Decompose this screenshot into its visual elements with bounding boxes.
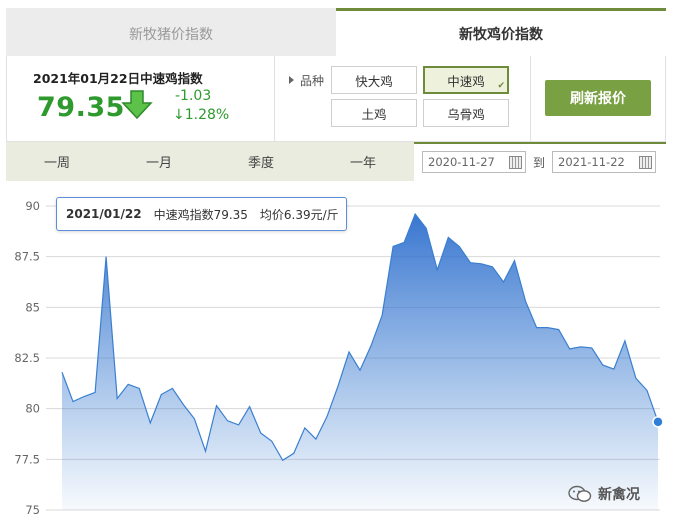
y-tick-label: 77.5: [14, 452, 40, 466]
check-icon: ✔: [497, 81, 505, 91]
end-date-input[interactable]: 2021-11-22: [552, 151, 656, 173]
calendar-icon[interactable]: [509, 156, 522, 169]
down-arrow-icon: [121, 90, 153, 120]
period-quarter[interactable]: 季度: [210, 142, 312, 181]
tooltip-price: 均价6.39元/斤: [259, 207, 339, 222]
series-area: [62, 214, 658, 510]
period-month[interactable]: 一月: [108, 142, 210, 181]
y-tick-label: 90: [25, 199, 40, 213]
wechat-icon: [568, 485, 592, 502]
index-change-abs: -1.03: [175, 88, 212, 104]
y-tick-label: 87.5: [14, 250, 40, 264]
period-week[interactable]: 一周: [6, 142, 108, 181]
tab-pig-index[interactable]: 新牧猪价指数: [6, 8, 336, 56]
tooltip-index: 中速鸡指数79.35: [153, 207, 248, 222]
period-selector: 一周 一月 季度 一年: [6, 142, 414, 181]
index-change-pct: ↓1.28%: [173, 107, 230, 123]
y-tick-label: 75: [25, 503, 40, 517]
variety-option-medium[interactable]: 中速鸡 ✔: [423, 66, 509, 94]
tab-chicken-index[interactable]: 新牧鸡价指数: [336, 8, 666, 56]
index-tabs: 新牧猪价指数 新牧鸡价指数: [6, 8, 666, 56]
variety-option-silkie[interactable]: 乌骨鸡: [423, 99, 509, 127]
period-year[interactable]: 一年: [312, 142, 414, 181]
watermark: 新禽况: [568, 484, 640, 504]
tooltip-date: 2021/01/22: [66, 207, 142, 221]
start-date-input[interactable]: 2020-11-27: [422, 151, 526, 173]
index-title: 2021年01月22日中速鸡指数: [33, 71, 203, 86]
info-panel: 2021年01月22日中速鸡指数 79.35 -1.03 ↓1.28% 品种 快…: [6, 56, 666, 142]
y-tick-label: 80: [25, 402, 40, 416]
variety-label: 品种: [289, 72, 324, 89]
y-tick-label: 82.5: [14, 351, 40, 365]
variety-option-local[interactable]: 土鸡: [331, 99, 417, 127]
calendar-icon[interactable]: [639, 156, 652, 169]
triangle-right-icon: [289, 76, 294, 84]
refresh-price-button[interactable]: 刷新报价: [545, 80, 651, 116]
chart-tooltip: 2021/01/22 中速鸡指数79.35 均价6.39元/斤: [56, 197, 347, 231]
variety-option-fast[interactable]: 快大鸡: [331, 66, 417, 94]
chicken-index-chart: 90 87.5 85 82.5 80 77.5 75: [14, 199, 664, 517]
y-tick-label: 85: [25, 300, 40, 314]
watermark-text: 新禽况: [598, 487, 640, 503]
variety-selector: 品种 快大鸡 中速鸡 ✔ 土鸡 乌骨鸡: [275, 56, 531, 141]
highlight-point[interactable]: [652, 416, 664, 428]
index-value: 79.35: [37, 92, 125, 123]
index-summary: 2021年01月22日中速鸡指数 79.35 -1.03 ↓1.28%: [7, 56, 275, 141]
date-range: 2020-11-27 到 2021-11-22: [414, 142, 666, 181]
date-to-label: 到: [533, 156, 546, 170]
